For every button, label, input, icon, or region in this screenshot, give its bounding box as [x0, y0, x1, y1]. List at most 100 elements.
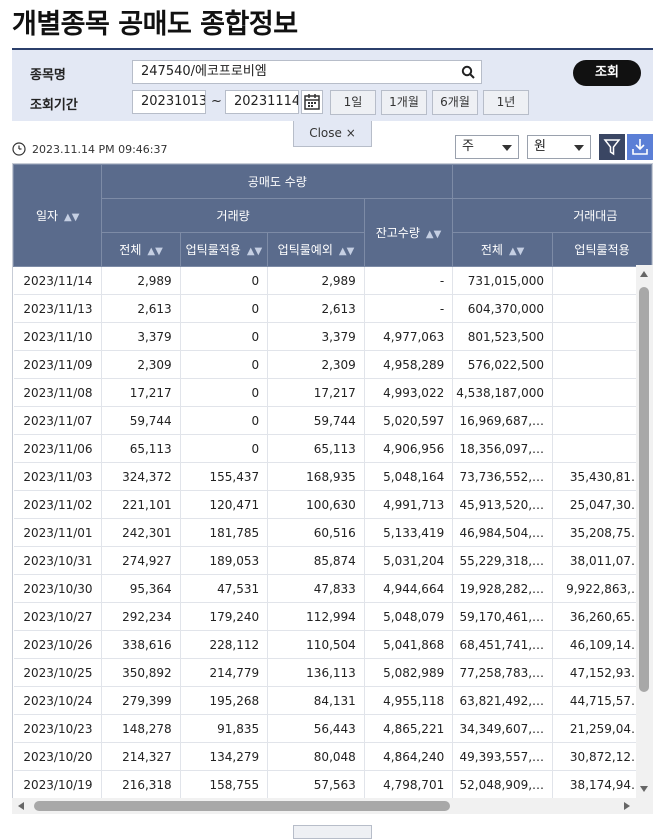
table-cell: 0 — [180, 434, 269, 463]
table-cell: 158,755 — [180, 770, 269, 799]
col-total2-header[interactable]: 전체 ▲▼ — [452, 232, 554, 267]
table-row[interactable]: 2023/11/14 2,989 0 2,989-731,015,000 — [13, 266, 652, 295]
end-date-input[interactable]: 20231114 — [225, 90, 299, 114]
table-cell: 47,531 — [180, 574, 269, 603]
table-row[interactable]: 2023/10/27 292,234 179,240 112,994 5,048,079… — [13, 602, 652, 631]
table-row[interactable]: 2023/10/23 148,278 91,835 56,443 4,865,221 34… — [13, 714, 652, 743]
timestamp: 2023.11.14 PM 09:46:37 — [12, 142, 168, 156]
horizontal-scrollbar[interactable] — [12, 798, 636, 814]
table-cell: 350,892 — [101, 658, 181, 687]
vertical-scrollbar[interactable] — [636, 265, 653, 798]
unit-select[interactable]: 주 — [455, 135, 519, 159]
table-row[interactable]: 2023/11/08 17,217 0 17,217 4,993,022 4,538,18… — [13, 378, 652, 407]
table-cell: 5,048,164 — [364, 462, 454, 491]
col-empty-header — [452, 164, 652, 199]
table-cell: 73,736,552,… — [452, 462, 554, 491]
table-cell: 221,101 — [101, 490, 181, 519]
col-total-header[interactable]: 전체 ▲▼ — [101, 232, 181, 267]
table-row[interactable]: 2023/10/30 95,364 47,531 47,833 4,944,664 19,… — [13, 574, 652, 603]
table-cell: 2023/10/19 — [13, 770, 103, 799]
table-cell: 801,523,500 — [452, 322, 554, 351]
table-cell: 5,031,204 — [364, 546, 454, 575]
table-cell: 4,993,022 — [364, 378, 454, 407]
period-6month-button[interactable]: 6개월 — [432, 90, 478, 115]
period-1month-button[interactable]: 1개월 — [381, 90, 427, 115]
start-date-input[interactable]: 20231013 — [132, 90, 206, 114]
table-cell: 195,268 — [180, 686, 269, 715]
currency-select[interactable]: 원 — [527, 135, 591, 159]
table-row[interactable]: 2023/11/01 242,301 181,785 60,516 5,133,419 4… — [13, 518, 652, 547]
period-1day-button[interactable]: 1일 — [330, 90, 376, 115]
sort-icon[interactable]: ▲▼ — [64, 212, 79, 223]
table-row[interactable]: 2023/10/25 350,892 214,779 136,113 5,082,989… — [13, 658, 652, 687]
table-cell: 56,443 — [267, 714, 365, 743]
sort-icon[interactable]: ▲▼ — [426, 229, 441, 240]
table-cell: 46,984,504,… — [452, 518, 554, 547]
table-cell: 2023/11/09 — [13, 350, 103, 379]
table-cell: 16,969,687,… — [452, 406, 554, 435]
sort-icon[interactable]: ▲▼ — [339, 246, 354, 257]
sort-icon[interactable]: ▲▼ — [147, 246, 162, 257]
table-cell: 17,217 — [267, 378, 365, 407]
table-cell: 168,935 — [267, 462, 365, 491]
table-row[interactable]: 2023/10/19 216,318 158,755 57,563 4,798,701 5… — [13, 770, 652, 799]
search-icon[interactable] — [461, 65, 475, 79]
table-row[interactable]: 2023/10/26 338,616 228,112 110,504 5,041,868… — [13, 630, 652, 659]
table-cell: 2023/10/23 — [13, 714, 103, 743]
col-uptick-applied-header[interactable]: 업틱룰적용 ▲▼ — [179, 232, 269, 267]
scroll-left-icon[interactable] — [18, 802, 24, 810]
table-cell: 45,913,520,… — [452, 490, 554, 519]
sort-icon[interactable]: ▲▼ — [509, 246, 524, 257]
table-row[interactable]: 2023/10/24 279,399 195,268 84,131 4,955,118 6… — [13, 686, 652, 715]
table-row[interactable]: 2023/11/06 65,113 0 65,113 4,906,956 18,356,0… — [13, 434, 652, 463]
table-cell: 279,399 — [101, 686, 181, 715]
table-row[interactable]: 2023/10/31 274,927 189,053 85,874 5,031,204 5… — [13, 546, 652, 575]
table-cell: 4,798,701 — [364, 770, 454, 799]
table-row[interactable]: 2023/11/10 3,379 0 3,379 4,977,063 801,523,50… — [13, 322, 652, 351]
table-cell: 731,015,000 — [452, 266, 554, 295]
horizontal-scroll-thumb[interactable] — [34, 801, 450, 811]
col-uptick-exempt-header[interactable]: 업틱룰예외 ▲▼ — [267, 232, 365, 267]
table-cell: 179,240 — [180, 602, 269, 631]
table-cell: 2023/11/14 — [13, 266, 103, 295]
table-cell: 0 — [180, 322, 269, 351]
scroll-down-icon[interactable] — [640, 786, 648, 792]
vertical-scroll-thumb[interactable] — [639, 287, 649, 692]
col-date-header[interactable]: 일자 ▲▼ — [13, 164, 103, 267]
search-button[interactable]: 조회 — [573, 60, 641, 86]
table-cell: 2023/10/31 — [13, 546, 103, 575]
table-row[interactable]: 2023/11/13 2,613 0 2,613-604,370,000 — [13, 294, 652, 323]
table-cell: 5,082,989 — [364, 658, 454, 687]
table-row[interactable]: 2023/11/09 2,309 0 2,309 4,958,289 576,022,50… — [13, 350, 652, 379]
stock-name-input[interactable]: 247540/에코프로비엠 — [132, 60, 482, 84]
scroll-right-icon[interactable] — [624, 802, 630, 810]
table-cell: 0 — [180, 406, 269, 435]
sort-icon[interactable]: ▲▼ — [247, 246, 262, 257]
clock-icon — [12, 142, 26, 156]
table-cell: 63,821,492,… — [452, 686, 554, 715]
table-cell: 4,538,187,000 — [452, 378, 554, 407]
table-row[interactable]: 2023/11/02 221,101 120,471 100,630 4,991,713… — [13, 490, 652, 519]
table-cell: 189,053 — [180, 546, 269, 575]
table-cell: 59,744 — [101, 406, 181, 435]
period-1year-button[interactable]: 1년 — [483, 90, 529, 115]
col-uptick-applied2-header[interactable]: 업틱룰적용 — [552, 232, 652, 267]
table-row[interactable]: 2023/10/20 214,327 134,279 80,048 4,864,240 4… — [13, 742, 652, 771]
table-cell: 292,234 — [101, 602, 181, 631]
table-cell: 155,437 — [180, 462, 269, 491]
filter-icon[interactable] — [599, 134, 625, 160]
close-panel-button[interactable]: Close × — [293, 121, 372, 147]
scroll-up-icon[interactable] — [640, 271, 648, 277]
table-row[interactable]: 2023/11/03 324,372 155,437 168,935 5,048,164… — [13, 462, 652, 491]
table-cell: 2,989 — [267, 266, 365, 295]
download-icon[interactable] — [627, 134, 653, 160]
table-row[interactable]: 2023/11/07 59,744 0 59,744 5,020,597 16,969,6… — [13, 406, 652, 435]
table-cell: 2023/10/25 — [13, 658, 103, 687]
table-cell: 120,471 — [180, 490, 269, 519]
table-cell: 214,327 — [101, 742, 181, 771]
more-button[interactable] — [293, 825, 372, 839]
table-cell: 52,048,909,… — [452, 770, 554, 799]
calendar-icon[interactable] — [301, 90, 323, 114]
table-cell: 604,370,000 — [452, 294, 554, 323]
col-balance-header[interactable]: 잔고수량 ▲▼ — [363, 198, 454, 267]
